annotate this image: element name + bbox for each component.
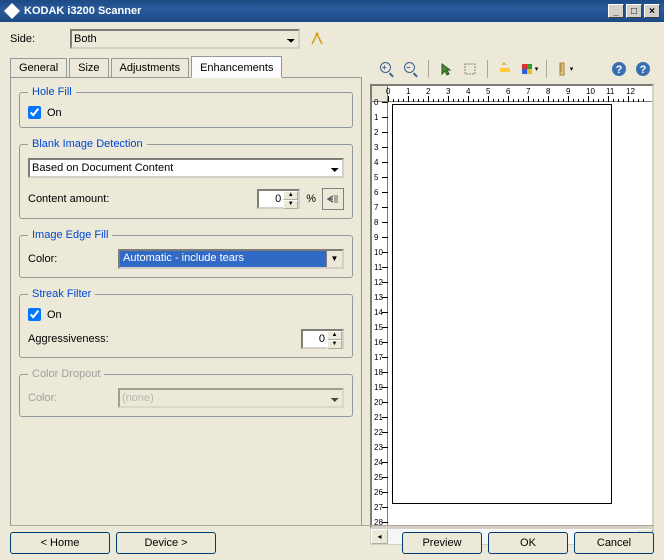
side-select[interactable]: Both (70, 29, 300, 49)
dropout-color-select: (none) (118, 388, 344, 408)
dropout-color-label: Color: (28, 392, 118, 404)
help-shortcut-icon[interactable]: ? (608, 58, 630, 80)
preview-page (392, 104, 612, 504)
aggressiveness-down[interactable]: ▼ (327, 340, 342, 349)
blank-image-mode-select[interactable]: Based on Document Content (28, 158, 344, 178)
hole-fill-on-label: On (47, 107, 62, 119)
tab-enhancements[interactable]: Enhancements (191, 56, 282, 78)
svg-text:?: ? (640, 64, 647, 76)
blank-image-legend: Blank Image Detection (28, 138, 147, 150)
preview-toolbar: + − ▾ ▾ ? ? (370, 56, 654, 84)
streak-filter-checkbox[interactable] (28, 308, 41, 321)
minimize-button[interactable]: _ (608, 4, 624, 18)
home-button[interactable]: < Home (10, 532, 110, 554)
tab-size[interactable]: Size (69, 58, 108, 77)
help-icon[interactable]: ? (632, 58, 654, 80)
blank-image-group: Blank Image Detection Based on Document … (19, 138, 353, 219)
preview-button[interactable]: Preview (402, 532, 482, 554)
streak-filter-group: Streak Filter On Aggressiveness: ▲▼ (19, 288, 353, 358)
aggressiveness-label: Aggressiveness: (28, 333, 301, 345)
tab-bar: General Size Adjustments Enhancements (10, 56, 362, 78)
maximize-button[interactable]: □ (626, 4, 642, 18)
close-button[interactable]: × (644, 4, 660, 18)
tool-region-icon[interactable] (459, 58, 481, 80)
edge-fill-color-label: Color: (28, 253, 118, 265)
edge-fill-legend: Image Edge Fill (28, 229, 112, 241)
tab-general[interactable]: General (10, 58, 67, 77)
percent-label: % (306, 193, 316, 205)
hole-fill-group: Hole Fill On (19, 86, 353, 128)
zoom-out-icon[interactable]: − (400, 58, 422, 80)
zoom-in-icon[interactable]: + (376, 58, 398, 80)
content-amount-down[interactable]: ▼ (283, 200, 298, 209)
ruler-vertical: 0123456789101112131415161718192021222324… (372, 102, 388, 526)
content-learn-button[interactable] (322, 188, 344, 210)
title-bar: KODAK i3200 Scanner _ □ × (0, 0, 664, 22)
tool-color-icon[interactable]: ▾ (518, 58, 540, 80)
tool-ruler-icon[interactable]: ▾ (553, 58, 575, 80)
content-amount-input[interactable] (259, 191, 283, 207)
tool-highlight-icon[interactable] (494, 58, 516, 80)
window-title: KODAK i3200 Scanner (24, 5, 606, 17)
streak-filter-legend: Streak Filter (28, 288, 95, 300)
aggressiveness-up[interactable]: ▲ (327, 331, 342, 340)
ok-button[interactable]: OK (488, 532, 568, 554)
aggressiveness-input[interactable] (303, 331, 327, 347)
tab-adjustments[interactable]: Adjustments (111, 58, 190, 77)
preview-area: 0123456789101112 01234567891011121314151… (370, 84, 654, 528)
edge-fill-group: Image Edge Fill Color: Automatic - inclu… (19, 229, 353, 278)
streak-on-label: On (47, 309, 62, 321)
side-label: Side: (10, 33, 70, 45)
preview-canvas[interactable] (388, 102, 652, 526)
device-button[interactable]: Device > (116, 532, 216, 554)
color-dropout-legend: Color Dropout (28, 368, 104, 380)
aggressiveness-spinner[interactable]: ▲▼ (301, 329, 344, 349)
hole-fill-checkbox[interactable] (28, 106, 41, 119)
content-amount-label: Content amount: (28, 193, 257, 205)
hole-fill-legend: Hole Fill (28, 86, 76, 98)
content-amount-up[interactable]: ▲ (283, 191, 298, 200)
bottom-bar: < Home Device > Preview OK Cancel (10, 525, 654, 554)
content-amount-spinner[interactable]: ▲▼ (257, 189, 300, 209)
edge-fill-color-select[interactable]: Automatic - include tears ▼ (118, 249, 344, 269)
cancel-button[interactable]: Cancel (574, 532, 654, 554)
svg-text:?: ? (616, 64, 623, 76)
color-dropout-group: Color Dropout Color: (none) (19, 368, 353, 417)
tab-panel: Hole Fill On Blank Image Detection Based… (10, 78, 362, 526)
ruler-horizontal: 0123456789101112 (388, 86, 652, 102)
app-icon (4, 3, 20, 19)
tool-pointer-icon[interactable] (435, 58, 457, 80)
side-tool-icon[interactable] (306, 28, 328, 50)
